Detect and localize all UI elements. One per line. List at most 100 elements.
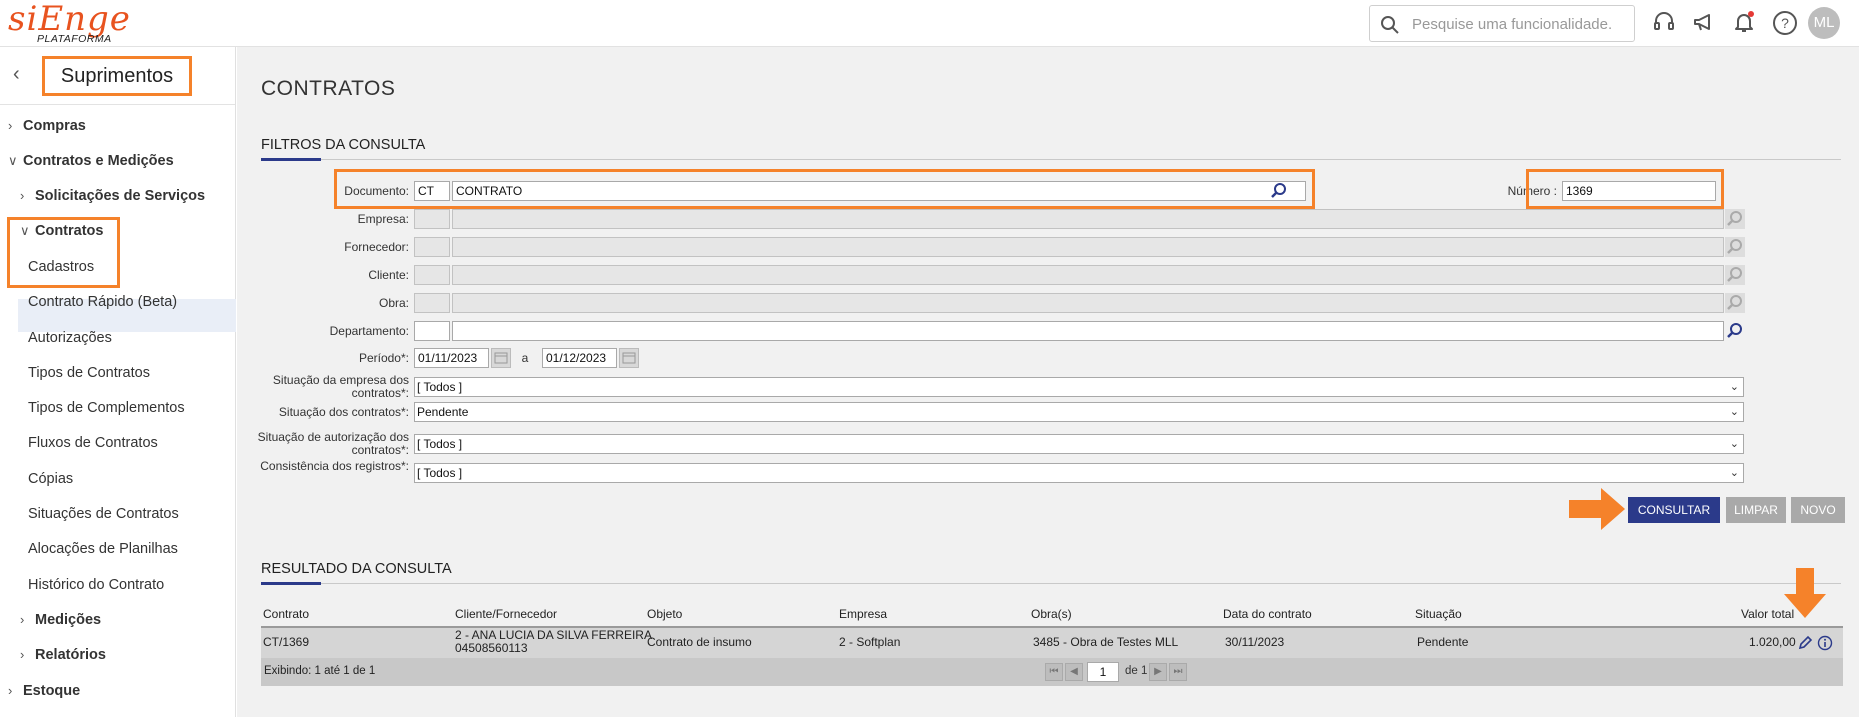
situacao-autorizacao-value: [ Todos ] <box>417 437 463 451</box>
megaphone-icon[interactable] <box>1692 10 1716 34</box>
search-icon[interactable] <box>1725 293 1745 313</box>
logo-subtitle: PLATAFORMA <box>37 33 112 45</box>
first-page-icon[interactable]: ⏮ <box>1045 663 1063 681</box>
consistencia-select[interactable]: [ Todos ] ⌄ <box>414 463 1744 483</box>
cell-situacao: Pendente <box>1417 635 1469 649</box>
sienge-logo[interactable]: siEnge PLATAFORMA <box>8 0 130 46</box>
column-header[interactable]: Contrato <box>263 607 309 621</box>
empresa-label: Empresa: <box>357 212 409 226</box>
sidebar-item-situacoes[interactable]: Situações de Contratos <box>28 506 179 522</box>
departamento-label: Departamento: <box>329 324 409 338</box>
help-icon[interactable]: ? <box>1772 10 1798 36</box>
column-header[interactable]: Empresa <box>839 607 887 621</box>
fornecedor-code-field[interactable] <box>414 237 450 257</box>
sidebar-item-medicoes[interactable]: › Medições <box>20 612 101 628</box>
sidebar-item-contratos-medicoes[interactable]: ∨ Contratos e Medições <box>8 153 174 169</box>
results-grid: Contrato Cliente/Fornecedor Objeto Empre… <box>261 605 1843 686</box>
avatar[interactable]: ML <box>1808 7 1840 39</box>
bell-icon[interactable] <box>1732 10 1756 34</box>
cliente-code-field[interactable] <box>414 265 450 285</box>
obra-code-field[interactable] <box>414 293 450 313</box>
column-header[interactable]: Valor total <box>1741 607 1794 621</box>
periodo-to-field[interactable]: 01/12/2023 <box>542 348 617 368</box>
fornecedor-desc-field[interactable] <box>452 237 1724 257</box>
sidebar: ‹ Suprimentos › Compras ∨ Contratos e Medi… <box>0 47 236 717</box>
last-page-icon[interactable]: ⏭ <box>1169 663 1187 681</box>
chevron-down-icon: ⌄ <box>1729 406 1739 418</box>
situacao-contratos-value: Pendente <box>417 405 469 419</box>
main-content: CONTRATOS FILTROS DA CONSULTA Documento:… <box>237 47 1859 717</box>
headset-icon[interactable] <box>1652 10 1676 34</box>
cell-empresa: 2 - Softplan <box>839 635 901 649</box>
consultar-button[interactable]: CONSULTAR <box>1628 497 1720 523</box>
situacao-autorizacao-label: Situação de autorização dos contratos*: <box>257 430 409 457</box>
filters-title: FILTROS DA CONSULTA <box>261 137 426 153</box>
highlight-box-documento <box>334 169 1315 209</box>
search-input[interactable]: Pesquise uma funcionalidade. <box>1412 16 1612 33</box>
situacao-empresa-select[interactable]: [ Todos ] ⌄ <box>414 377 1744 397</box>
page-title: CONTRATOS <box>261 77 396 100</box>
search-icon[interactable] <box>1725 321 1745 341</box>
consistencia-value: [ Todos ] <box>417 466 463 480</box>
sidebar-item-autorizacoes[interactable]: Autorizações <box>28 330 112 346</box>
chevron-right-icon: › <box>8 683 13 698</box>
novo-button[interactable]: NOVO <box>1791 497 1845 523</box>
page-number-input[interactable]: 1 <box>1087 662 1119 682</box>
periodo-separator: a <box>521 351 529 365</box>
chevron-left-icon[interactable]: ‹ <box>13 63 20 86</box>
sidebar-item-tipos-contratos[interactable]: Tipos de Contratos <box>28 365 150 381</box>
chevron-right-icon: › <box>8 118 13 133</box>
sidebar-item-contrato-rapido[interactable]: Contrato Rápido (Beta) <box>28 294 177 310</box>
sidebar-item-estoque[interactable]: › Estoque <box>8 683 80 699</box>
situacao-autorizacao-select[interactable]: [ Todos ] ⌄ <box>414 434 1744 454</box>
obra-desc-field[interactable] <box>452 293 1724 313</box>
consistencia-label: Consistência dos registros*: <box>260 459 409 473</box>
sidebar-item-fluxos[interactable]: Fluxos de Contratos <box>28 435 158 451</box>
footer-label: Exibindo: 1 até 1 de 1 <box>264 665 376 677</box>
edit-pencil-icon[interactable] <box>1797 635 1813 651</box>
prev-page-icon[interactable]: ◀ <box>1065 663 1083 681</box>
grid-footer: Exibindo: 1 até 1 de 1 ⏮ ◀ 1 de 1 ▶ ⏭ <box>261 658 1843 686</box>
periodo-from-field[interactable]: 01/11/2023 <box>414 348 489 368</box>
sidebar-item-relatorios[interactable]: › Relatórios <box>20 647 106 663</box>
search-icon[interactable] <box>1725 209 1745 229</box>
column-header[interactable]: Situação <box>1415 607 1462 621</box>
sidebar-item-compras[interactable]: › Compras <box>8 118 86 134</box>
next-page-icon[interactable]: ▶ <box>1149 663 1167 681</box>
sidebar-item-solicitacoes[interactable]: › Solicitações de Serviços <box>20 188 205 204</box>
sidebar-item-copias[interactable]: Cópias <box>28 471 73 487</box>
column-header[interactable]: Data do contrato <box>1223 607 1312 621</box>
search-icon[interactable] <box>1725 237 1745 257</box>
departamento-code-field[interactable] <box>414 321 450 341</box>
table-row[interactable]: CT/1369 2 - ANA LUCIA DA SILVA FERREIRA … <box>261 626 1843 658</box>
column-header[interactable]: Cliente/Fornecedor <box>455 607 557 621</box>
cell-objeto: Contrato de insumo <box>647 635 752 649</box>
sidebar-item-alocacoes[interactable]: Alocações de Planilhas <box>28 541 178 557</box>
chevron-down-icon: ⌄ <box>1729 467 1739 479</box>
top-bar: siEnge PLATAFORMA Pesquise uma funcional… <box>0 0 1859 47</box>
calendar-icon[interactable] <box>619 348 639 368</box>
highlight-box-numero <box>1526 169 1724 209</box>
departamento-desc-field[interactable] <box>452 321 1724 341</box>
sidebar-item-historico[interactable]: Histórico do Contrato <box>28 577 164 593</box>
search-icon[interactable] <box>1725 265 1745 285</box>
calendar-icon[interactable] <box>491 348 511 368</box>
situacao-contratos-select[interactable]: Pendente ⌄ <box>414 402 1744 422</box>
column-header[interactable]: Objeto <box>647 607 682 621</box>
situacao-empresa-label: Situação da empresa dos contratos*: <box>272 373 409 400</box>
cell-obras: 3485 - Obra de Testes MLL <box>1033 635 1179 649</box>
column-header[interactable]: Obra(s) <box>1031 607 1072 621</box>
results-title: RESULTADO DA CONSULTA <box>261 561 452 577</box>
chevron-right-icon: › <box>20 647 25 662</box>
limpar-button[interactable]: LIMPAR <box>1726 497 1786 523</box>
module-title: Suprimentos <box>42 56 192 96</box>
info-icon[interactable] <box>1817 635 1833 651</box>
cliente-desc-field[interactable] <box>452 265 1724 285</box>
empresa-code-field[interactable] <box>414 209 450 229</box>
results-divider <box>261 582 1841 585</box>
empresa-desc-field[interactable] <box>452 209 1724 229</box>
chevron-right-icon: › <box>20 188 25 203</box>
search-box[interactable]: Pesquise uma funcionalidade. <box>1369 5 1635 42</box>
sidebar-item-tipos-complementos[interactable]: Tipos de Complementos <box>28 400 185 416</box>
cell-contrato: CT/1369 <box>263 635 310 649</box>
